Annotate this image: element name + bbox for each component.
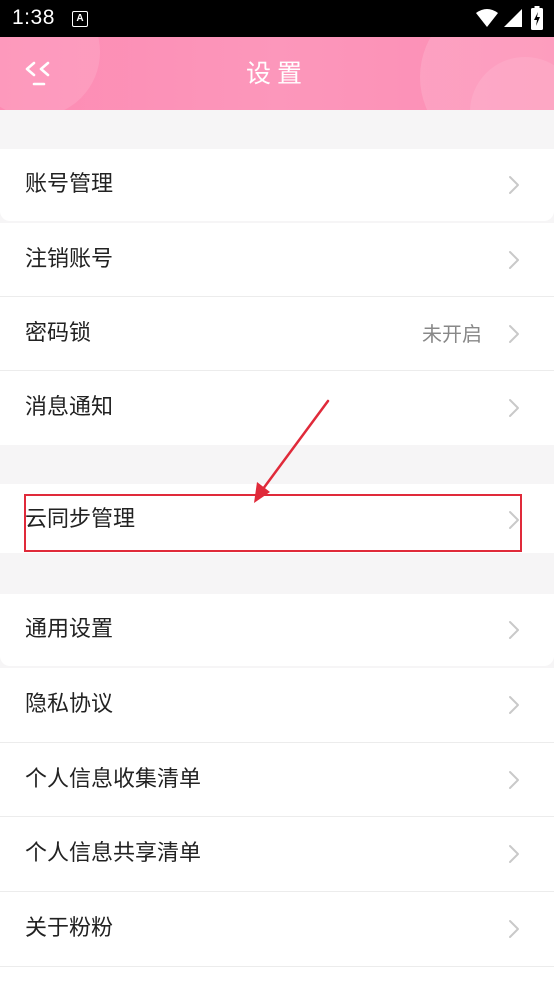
settings-item-label: 云同步管理 xyxy=(25,507,136,532)
settings-group-general: 通用设置 xyxy=(0,594,554,666)
settings-group-security: 注销账号 密码锁 未开启 消息通知 xyxy=(0,223,554,445)
chevron-right-icon xyxy=(508,844,520,864)
chevron-right-icon xyxy=(508,250,520,270)
status-time: 1:38 xyxy=(12,6,55,29)
chevron-right-icon xyxy=(508,510,520,530)
settings-item-label: 隐私协议 xyxy=(25,692,114,717)
settings-item-account-management[interactable]: 账号管理 xyxy=(0,149,554,221)
settings-item-info-sharing-list[interactable]: 个人信息共享清单 xyxy=(0,817,554,891)
settings-item-label: 账号管理 xyxy=(25,172,114,197)
settings-item-cloud-sync[interactable]: 云同步管理 xyxy=(0,484,554,553)
settings-group-account: 账号管理 xyxy=(0,149,554,221)
back-button[interactable] xyxy=(20,57,64,93)
chevron-right-icon xyxy=(508,175,520,195)
signal-icon xyxy=(503,8,523,32)
chevron-right-icon xyxy=(508,770,520,790)
settings-item-notifications[interactable]: 消息通知 xyxy=(0,371,554,445)
chevron-right-icon xyxy=(508,919,520,939)
settings-group-privacy: 隐私协议 个人信息收集清单 个人信息共享清单 关于粉粉 xyxy=(0,668,554,984)
settings-item-label: 关于粉粉 xyxy=(25,916,114,941)
chevron-right-icon xyxy=(508,398,520,418)
app-header: 设置 xyxy=(0,37,554,110)
settings-item-label: 通用设置 xyxy=(25,617,114,642)
password-lock-status: 未开启 xyxy=(422,322,482,346)
notification-a-icon: A xyxy=(72,11,88,27)
battery-charging-icon xyxy=(531,6,543,34)
chevron-right-icon xyxy=(508,695,520,715)
settings-group-cloud: 云同步管理 xyxy=(0,484,554,553)
wifi-icon xyxy=(476,8,498,32)
settings-item-label: 密码锁 xyxy=(25,321,92,346)
settings-item-delete-account[interactable]: 注销账号 xyxy=(0,223,554,297)
chevron-right-icon xyxy=(508,324,520,344)
settings-item-password-lock[interactable]: 密码锁 未开启 xyxy=(0,297,554,371)
settings-item-label: 个人信息收集清单 xyxy=(25,767,202,792)
status-bar: 1:38 A xyxy=(0,0,554,37)
settings-item-about[interactable]: 关于粉粉 xyxy=(0,892,554,966)
chevron-right-icon xyxy=(508,620,520,640)
settings-item-label: 消息通知 xyxy=(25,395,114,420)
settings-item-label: 个人信息共享清单 xyxy=(25,841,202,866)
divider xyxy=(0,966,554,967)
settings-item-general-settings[interactable]: 通用设置 xyxy=(0,594,554,666)
settings-item-info-collection-list[interactable]: 个人信息收集清单 xyxy=(0,743,554,817)
double-chevron-left-icon xyxy=(20,61,64,97)
settings-item-privacy-policy[interactable]: 隐私协议 xyxy=(0,668,554,742)
settings-item-label: 注销账号 xyxy=(25,247,114,272)
page-title: 设置 xyxy=(245,59,308,88)
